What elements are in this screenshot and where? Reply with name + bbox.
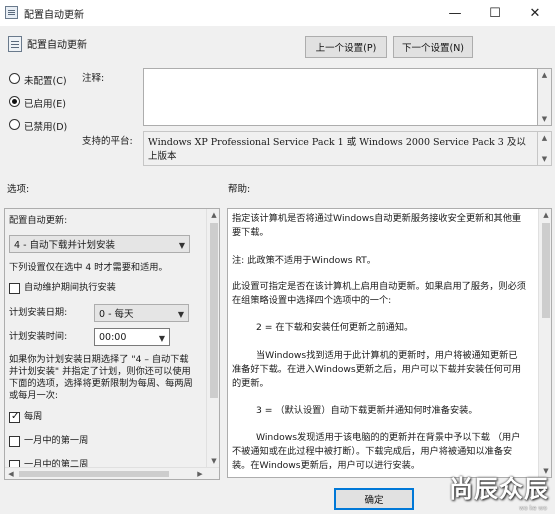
options-note: 下列设置仅在选中 4 时才需要和适用。 [9,262,168,273]
scroll-up-icon[interactable]: ▲ [539,209,551,221]
maximize-button[interactable]: ☐ [475,0,515,26]
radio-not-configured[interactable] [9,73,20,84]
prev-setting-button[interactable]: 上一个设置(P) [305,36,387,58]
minimize-button[interactable]: — [435,0,475,26]
schedule-desc-line-4: 或每月一次: [9,390,59,401]
first-week-label[interactable]: 一月中的第一周 [24,435,88,447]
chevron-down-icon: ▼ [177,310,184,319]
radio-not-configured-label[interactable]: 未配置(C) [24,73,67,87]
platform-value: Windows XP Professional Service Pack 1 或… [143,131,538,166]
scroll-up-icon[interactable]: ▲ [207,209,219,221]
help-paragraph-1: 指定该计算机是否将通过Windows自动更新服务接收安全更新和其他重 要下载。 [232,213,522,238]
ok-button[interactable]: 确定 [334,488,414,510]
install-date-dropdown[interactable]: 0 - 每天 ▼ [94,304,189,322]
comment-textarea[interactable] [143,68,538,126]
install-date-value: 0 - 每天 [99,309,134,320]
scroll-up-icon[interactable]: ▲ [538,132,551,144]
install-time-label: 计划安装时间: [9,331,68,342]
weekly-checkbox[interactable] [9,411,20,423]
install-date-label: 计划安装日期: [9,307,68,318]
scroll-thumb[interactable] [19,471,169,477]
platform-scrollbar[interactable]: ▲ ▼ [538,131,552,166]
weekly-label[interactable]: 每周 [24,411,42,423]
help-paragraph-6: 3 = （默认设置）自动下载更新并通知何时准备安装。 [256,405,478,416]
help-paragraph-5: 当Windows找到适用于此计算机的更新时，用户将被通知更新已 准备好下载。在进… [232,350,522,389]
policy-title: 配置自动更新 [27,40,87,51]
scroll-down-icon[interactable]: ▼ [538,113,551,125]
scroll-down-icon[interactable]: ▼ [207,455,219,467]
help-pane: 指定该计算机是否将通过Windows自动更新服务接收安全更新和其他重 要下载。 … [227,208,552,478]
scroll-left-icon[interactable]: ◀ [5,468,17,479]
window-icon [5,6,18,19]
options-section-label: 选项: [7,184,30,195]
help-paragraph-2: 注: 此政策不适用于Windows RT。 [232,255,376,266]
schedule-desc-line-1: 如果你为计划安装日期选择了 "4 – 自动下载 [9,354,189,365]
first-week-checkbox[interactable] [9,436,20,447]
options-hscrollbar[interactable]: ◀ ▶ [5,467,219,479]
platform-label: 支持的平台: [82,136,133,147]
schedule-desc-line-3: 下面的选项，选择将更新限制为每周、每两周 [9,378,193,389]
options-pane: 配置自动更新: 4 - 自动下载并计划安装 ▼ 下列设置仅在选中 4 时才需要和… [4,208,220,480]
help-section-label: 帮助: [228,184,251,195]
scroll-thumb[interactable] [210,223,218,398]
maintenance-checkbox[interactable] [9,283,20,294]
config-label: 配置自动更新: [9,215,68,226]
maintenance-label[interactable]: 自动维护期间执行安装 [24,282,116,294]
config-dropdown[interactable]: 4 - 自动下载并计划安装 ▼ [9,235,190,253]
help-vscrollbar[interactable]: ▲ ▼ [538,209,551,477]
install-time-value: 00:00 [99,331,127,343]
chevron-down-icon: ▼ [178,241,185,250]
policy-icon [8,36,22,52]
watermark-sub: wo ke wo [519,505,547,512]
watermark-logo: 尚辰众辰 [449,475,549,503]
help-paragraph-7: Windows发现适用于该电脑的的更新并在背景中予以下载 （用户 不被通知或在此… [232,432,521,471]
options-vscrollbar[interactable]: ▲ ▼ [206,209,219,467]
scroll-thumb[interactable] [542,223,550,318]
config-dropdown-value: 4 - 自动下载并计划安装 [14,240,116,251]
close-button[interactable]: ✕ [515,0,555,26]
scroll-down-icon[interactable]: ▼ [538,153,551,165]
radio-disabled-label[interactable]: 已禁用(D) [24,119,67,133]
radio-enabled-label[interactable]: 已启用(E) [24,96,66,110]
install-time-dropdown[interactable]: 00:00 ▼ [94,328,170,346]
schedule-desc-line-2: 并计划安装" 并指定了计划，则你还可以使用 [9,366,191,377]
radio-enabled[interactable] [9,96,20,107]
next-setting-button[interactable]: 下一个设置(N) [393,36,473,58]
help-paragraph-3: 此设置可指定是否在该计算机上启用自动更新。如果启用了服务，则必须 在组策略设置中… [232,281,526,306]
help-paragraph-4: 2 = 在下载和安装任何更新之前通知。 [256,322,414,333]
comment-scrollbar[interactable]: ▲ ▼ [538,68,552,126]
scroll-up-icon[interactable]: ▲ [538,69,551,81]
radio-disabled[interactable] [9,119,20,130]
window-title: 配置自动更新 [24,10,84,21]
chevron-down-icon: ▼ [158,334,165,343]
scroll-right-icon[interactable]: ▶ [194,468,206,479]
comment-label: 注释: [82,73,105,84]
